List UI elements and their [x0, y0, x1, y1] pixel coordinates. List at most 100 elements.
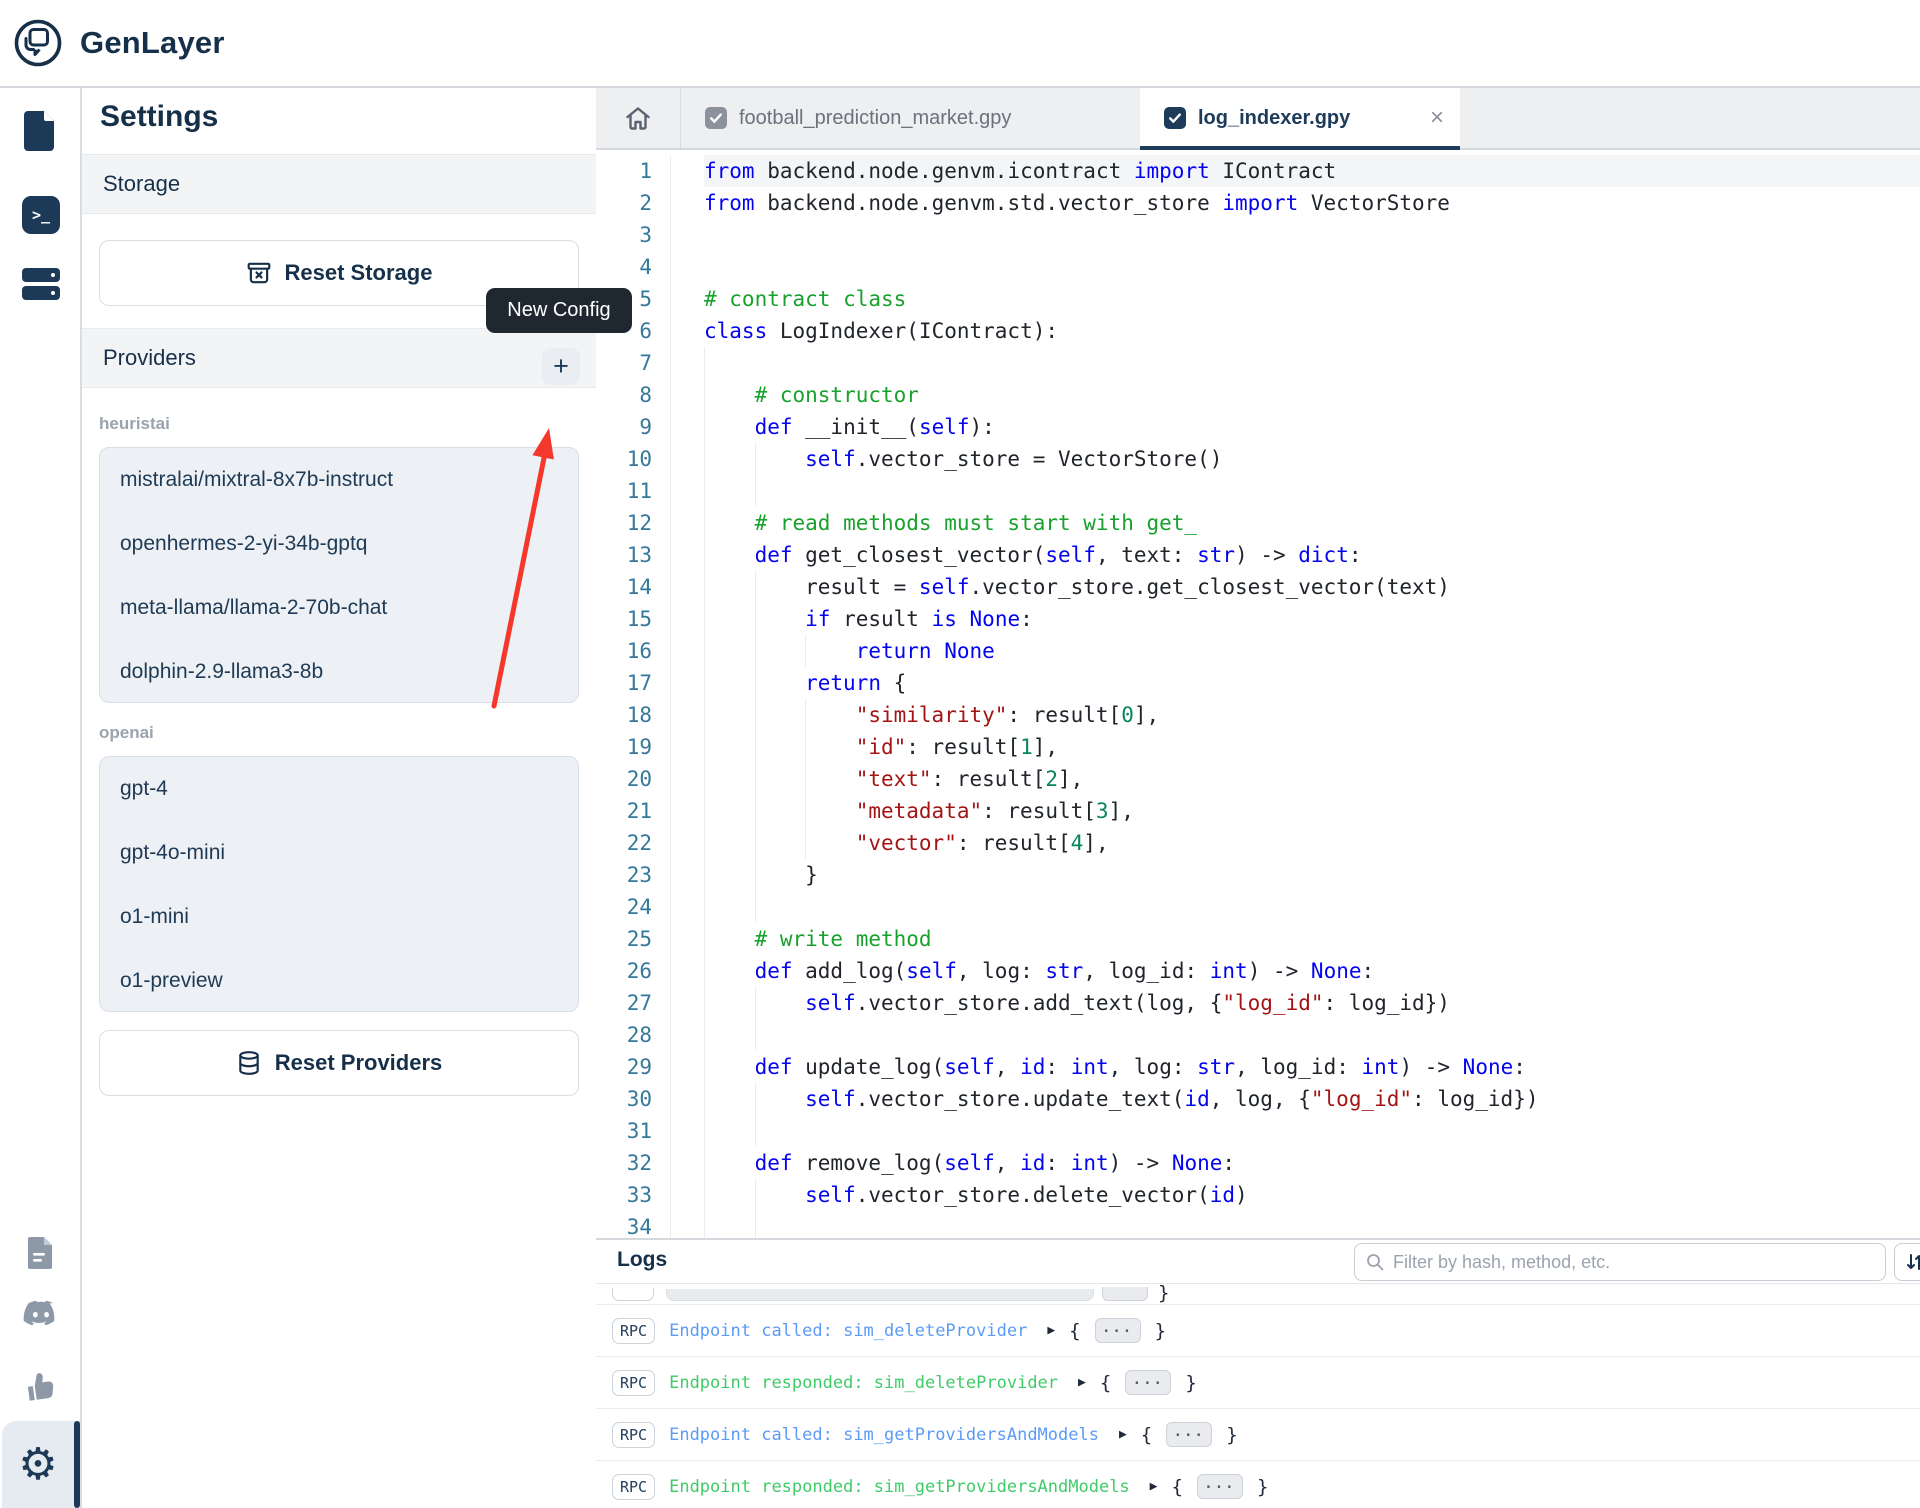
logs-filter-input[interactable]	[1393, 1247, 1885, 1277]
open-brace: {	[1069, 1320, 1080, 1342]
indent-guide	[755, 795, 806, 827]
logs-filter[interactable]	[1354, 1243, 1886, 1281]
ellipsis-chip[interactable]: ...	[1197, 1474, 1243, 1499]
indent-guide	[805, 795, 856, 827]
indent-guide	[755, 571, 806, 603]
code-token: ],	[1083, 831, 1108, 855]
log-row[interactable]: RPCEndpoint called: sim_deleteProvider▶{…	[596, 1304, 1920, 1356]
log-message: Endpoint called: sim_deleteProvider	[669, 1321, 1027, 1341]
expand-caret-icon[interactable]: ▶	[1150, 1479, 1158, 1494]
active-route-indicator	[74, 1421, 80, 1508]
line-number: 3	[596, 219, 671, 251]
provider-model-item[interactable]: o1-mini	[100, 885, 578, 949]
code-line: 2from backend.node.genvm.std.vector_stor…	[596, 187, 1920, 219]
code-token: if	[805, 607, 830, 631]
brand-title: GenLayer	[80, 25, 225, 61]
line-number: 1	[596, 155, 671, 187]
indent-guide	[805, 699, 856, 731]
expand-caret-icon[interactable]: ▶	[1119, 1427, 1127, 1442]
code-token: self	[805, 991, 856, 1015]
log-row-partial: }	[596, 1284, 1920, 1304]
code-token: : result[	[1007, 703, 1121, 727]
code-line: 28	[596, 1019, 1920, 1051]
provider-model-item[interactable]: meta-llama/llama-2-70b-chat	[100, 576, 578, 640]
log-row[interactable]: RPCEndpoint responded: sim_deleteProvide…	[596, 1356, 1920, 1408]
clipped-close-brace: }	[1158, 1284, 1169, 1304]
close-icon[interactable]: ×	[1430, 104, 1444, 132]
log-row[interactable]: RPCEndpoint called: sim_getProvidersAndM…	[596, 1408, 1920, 1460]
close-brace: }	[1185, 1372, 1196, 1394]
file-check-icon	[1164, 107, 1186, 129]
add-provider-button[interactable]: +	[542, 348, 580, 385]
reset-providers-button[interactable]: Reset Providers	[99, 1030, 579, 1096]
provider-model-item[interactable]: mistralai/mixtral-8x7b-instruct	[100, 448, 578, 512]
provider-model-item[interactable]: gpt-4o-mini	[100, 821, 578, 885]
indent-guide	[704, 347, 755, 379]
code-token: 3	[1096, 799, 1109, 823]
ellipsis-chip[interactable]: ...	[1095, 1318, 1141, 1343]
thumbs-up-icon[interactable]	[24, 1371, 58, 1408]
indent-guide	[704, 667, 755, 699]
code-line: 3	[596, 219, 1920, 251]
tab-football-prediction-market[interactable]: football_prediction_market.gpy	[681, 88, 1140, 148]
line-number: 27	[596, 987, 671, 1019]
archive-x-icon	[246, 260, 272, 286]
log-message: Endpoint called: sim_getProvidersAndMode…	[669, 1425, 1099, 1445]
docs-file-icon[interactable]	[26, 1235, 56, 1276]
code-token: str	[1045, 959, 1083, 983]
indent-guide	[704, 571, 755, 603]
code-token: backend.node.genvm.icontract	[755, 159, 1134, 183]
code-text: def add_log(self, log: str, log_id: int)…	[704, 955, 1920, 987]
provider-model-item[interactable]: dolphin-2.9-llama3-8b	[100, 640, 578, 703]
providers-section-header: Providers	[82, 328, 596, 388]
code-token: "similarity"	[856, 703, 1008, 727]
discord-icon[interactable]	[22, 1300, 60, 1335]
code-token: : log_id})	[1324, 991, 1450, 1015]
code-token: "vector"	[856, 831, 957, 855]
indent-guide	[755, 859, 806, 891]
code-token: , log, {	[1210, 1087, 1311, 1111]
ellipsis-chip[interactable]: ...	[1166, 1422, 1212, 1447]
terminal-icon[interactable]: >_	[22, 196, 60, 234]
provider-model-item[interactable]: gpt-4	[100, 757, 578, 821]
logs-panel: Logs } RPCEndpoint called: sim_dele	[596, 1238, 1920, 1508]
settings-nav-active[interactable]: ⚙	[2, 1421, 80, 1508]
code-text	[704, 251, 1920, 283]
code-token: : result[	[982, 799, 1096, 823]
code-token: def	[755, 1151, 793, 1175]
contracts-file-icon[interactable]	[23, 110, 59, 157]
indent-guide	[704, 1179, 755, 1211]
expand-caret-icon[interactable]: ▶	[1047, 1323, 1055, 1338]
code-token: update_log(	[793, 1055, 945, 1079]
code-token: int	[1071, 1055, 1109, 1079]
code-line: 32def remove_log(self, id: int) -> None:	[596, 1147, 1920, 1179]
code-token: :	[1349, 543, 1362, 567]
provider-group-label: openai	[99, 723, 579, 748]
gear-icon[interactable]: ⚙	[2, 1421, 74, 1508]
line-number: 30	[596, 1083, 671, 1115]
provider-model-item[interactable]: openhermes-2-yi-34b-gptq	[100, 512, 578, 576]
sort-button[interactable]	[1894, 1243, 1920, 1281]
line-number: 32	[596, 1147, 671, 1179]
expand-caret-icon[interactable]: ▶	[1078, 1375, 1086, 1390]
drives-icon[interactable]	[22, 266, 60, 307]
code-token: "metadata"	[856, 799, 982, 823]
clipped-rpc-badge	[612, 1288, 654, 1301]
home-tab[interactable]	[596, 88, 681, 148]
code-line: 31	[596, 1115, 1920, 1147]
code-lines: 1from backend.node.genvm.icontract impor…	[596, 150, 1920, 1240]
indent-guide	[704, 539, 755, 571]
code-line: 5# contract class	[596, 283, 1920, 315]
code-line: 12# read methods must start with get_	[596, 507, 1920, 539]
code-token: # constructor	[755, 383, 919, 407]
code-token: return	[805, 671, 881, 695]
code-token: ],	[1134, 703, 1159, 727]
provider-model-item[interactable]: o1-preview	[100, 949, 578, 1012]
line-number: 26	[596, 955, 671, 987]
plus-icon: +	[553, 353, 569, 380]
log-row[interactable]: RPCEndpoint responded: sim_getProvidersA…	[596, 1460, 1920, 1508]
code-token: int	[1362, 1055, 1400, 1079]
ellipsis-chip[interactable]: ...	[1125, 1370, 1171, 1395]
tab-log-indexer[interactable]: log_indexer.gpy ×	[1140, 88, 1460, 148]
code-token: # write method	[755, 927, 932, 951]
